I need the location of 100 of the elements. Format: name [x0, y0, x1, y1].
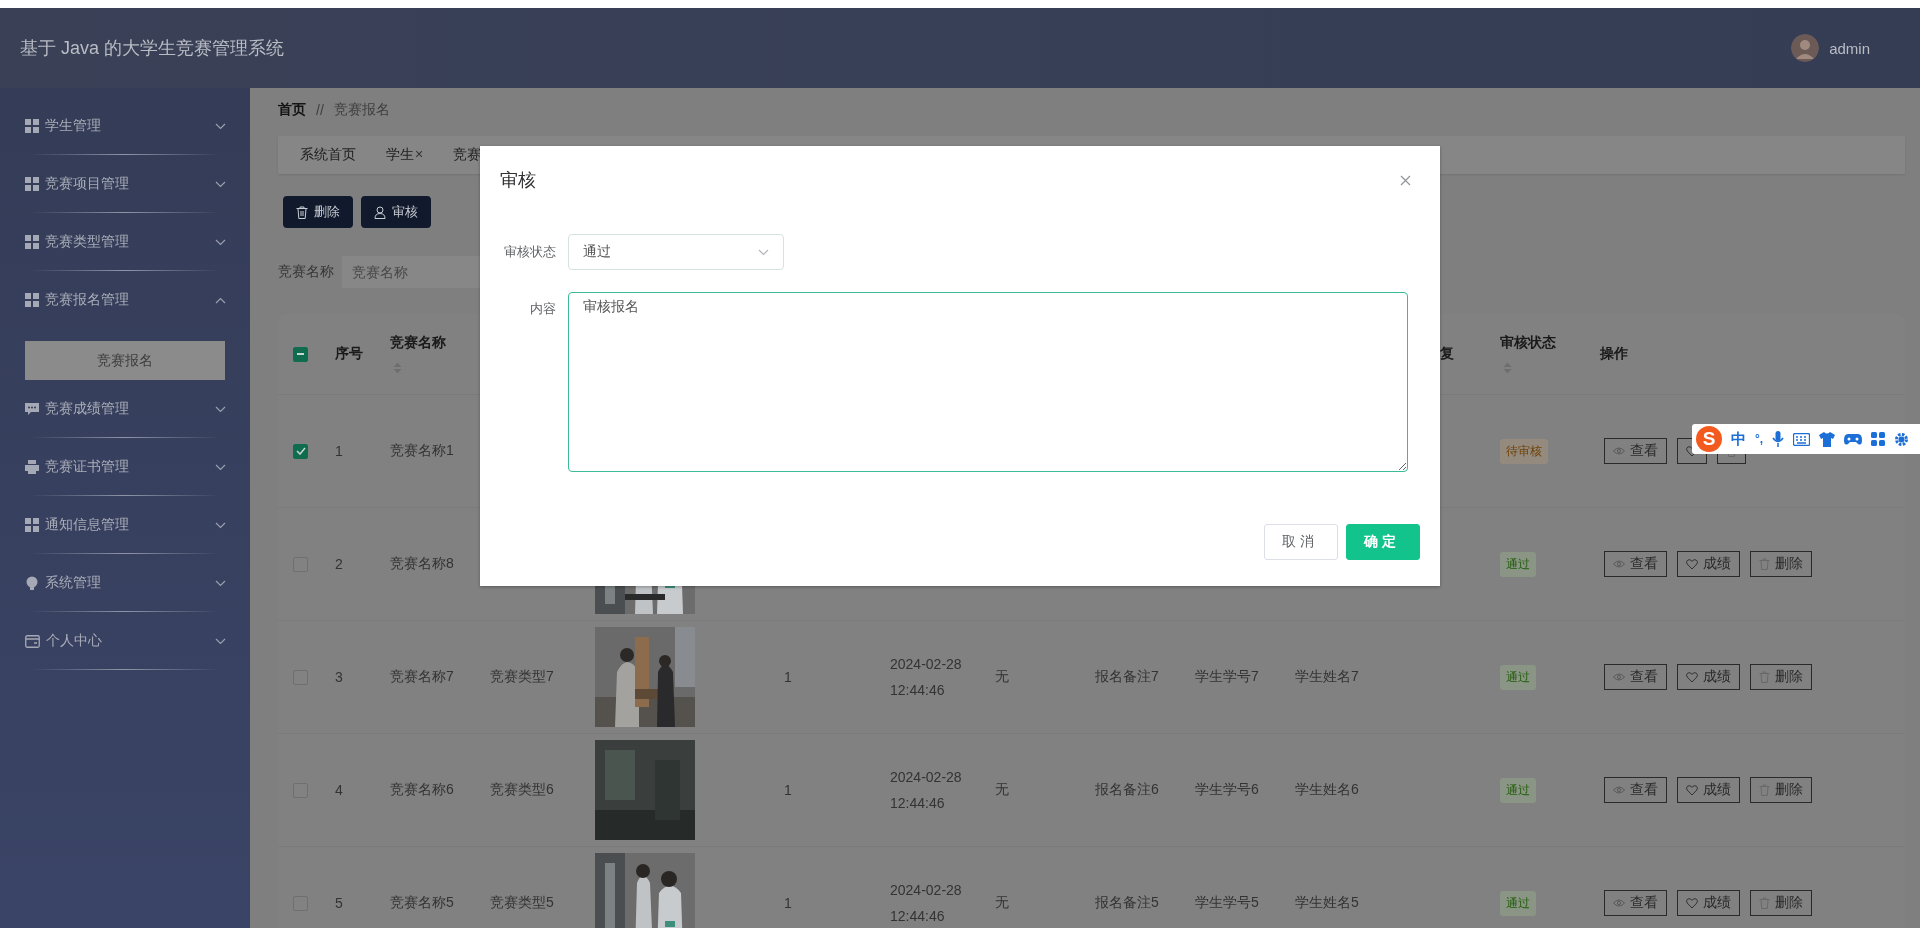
table-cell: 无	[995, 894, 1009, 912]
table-cell: 1	[784, 669, 792, 685]
column-header[interactable]: 审核状态	[1500, 334, 1556, 352]
view-button[interactable]: 查看	[1604, 551, 1667, 577]
sidebar-item[interactable]: 竞赛成绩管理	[0, 380, 250, 438]
grid-icon	[25, 235, 39, 249]
chevron-icon	[215, 296, 226, 304]
score-button[interactable]: 成绩	[1677, 664, 1740, 690]
sidebar-item[interactable]: 竞赛证书管理	[0, 438, 250, 496]
wallet-icon	[25, 634, 40, 648]
field-label: 内容	[529, 300, 557, 318]
ime-logo[interactable]: S	[1696, 426, 1722, 452]
table-cell: 2	[335, 556, 343, 572]
shirt-icon[interactable]	[1819, 431, 1836, 447]
apps-icon[interactable]	[1871, 432, 1886, 446]
user-icon	[374, 205, 386, 219]
table-cell: 学生学号6	[1195, 781, 1259, 799]
table-cell: 竞赛名称1	[390, 442, 454, 460]
column-header: 序号	[335, 345, 363, 363]
table-cell: 竞赛名称8	[390, 555, 454, 573]
grid-icon	[25, 177, 39, 191]
table-cell: 竞赛名称7	[390, 668, 454, 686]
user-name[interactable]: admin	[1829, 39, 1870, 57]
delete-button[interactable]: 删除	[1750, 551, 1812, 577]
status-tag: 通过	[1500, 551, 1536, 577]
table-cell: 学生学号5	[1195, 894, 1259, 912]
page-tab[interactable]: 竞赛	[453, 146, 482, 164]
cancel-button[interactable]: 取消	[1264, 524, 1338, 560]
content-field[interactable]: 审核报名	[568, 292, 1408, 472]
trash-icon	[1759, 784, 1770, 796]
delete-button[interactable]: 删除	[1750, 777, 1812, 803]
trash-icon	[1759, 897, 1770, 909]
trash-icon	[1759, 671, 1770, 683]
chevron-icon	[758, 248, 769, 256]
table-cell: 5	[335, 895, 343, 911]
table-cell: 3	[335, 669, 343, 685]
chevron-icon	[215, 238, 226, 246]
view-button[interactable]: 查看	[1604, 664, 1667, 690]
score-button[interactable]: 成绩	[1677, 890, 1740, 916]
chat-icon	[25, 402, 39, 416]
delete-button[interactable]: 删除	[1750, 664, 1812, 690]
sidebar-subitem[interactable]: 竞赛报名	[25, 341, 225, 380]
select-all-checkbox[interactable]	[293, 346, 308, 362]
delete-button[interactable]: 删除	[1750, 890, 1812, 916]
view-button[interactable]: 查看	[1604, 777, 1667, 803]
table-cell: 1	[335, 443, 343, 459]
table-cell: 4	[335, 782, 343, 798]
table-cell: 学生姓名5	[1295, 894, 1359, 912]
bulb-icon	[25, 576, 39, 590]
date-cell-text: 2024-02-28 12:44:46	[890, 655, 962, 700]
eye-icon	[1613, 560, 1625, 568]
view-button[interactable]: 查看	[1604, 890, 1667, 916]
row-checkbox[interactable]	[293, 443, 308, 459]
gamepad-icon[interactable]	[1844, 432, 1863, 446]
grid-icon	[25, 518, 39, 532]
ime-punctuation[interactable]: °,	[1755, 432, 1764, 446]
date-cell-text: 2024-02-28 12:44:46	[890, 768, 962, 813]
sidebar-item[interactable]: 系统管理	[0, 554, 250, 612]
audit-button[interactable]: 审核	[361, 196, 431, 228]
sidebar-item[interactable]: 竞赛项目管理	[0, 155, 250, 213]
grid-icon	[25, 119, 39, 133]
page-tab[interactable]: 系统首页	[300, 146, 356, 164]
sidebar-item[interactable]: 竞赛类型管理	[0, 213, 250, 271]
status-tag: 通过	[1500, 890, 1536, 916]
table-cell: 报名备注5	[1095, 894, 1159, 912]
date-cell-text: 2024-02-28 12:44:46	[890, 881, 962, 926]
keyboard-icon[interactable]	[1793, 432, 1811, 446]
table-cell: 学生学号7	[1195, 668, 1259, 686]
table-cell: 竞赛类型7	[490, 668, 554, 686]
table-cell: 竞赛类型6	[490, 781, 554, 799]
sidebar-item[interactable]: 学生管理	[0, 97, 250, 155]
table-cell: 学生姓名6	[1295, 781, 1359, 799]
chevron-icon	[215, 122, 226, 130]
app-title: 基于 Java 的大学生竞赛管理系统	[20, 37, 285, 60]
sidebar-item[interactable]: 通知信息管理	[0, 496, 250, 554]
status-tag: 待审核	[1500, 438, 1548, 464]
score-button[interactable]: 成绩	[1677, 551, 1740, 577]
table-cell: 学生姓名7	[1295, 668, 1359, 686]
table-cell: 无	[995, 668, 1009, 686]
view-button[interactable]: 查看	[1604, 438, 1667, 464]
microphone-icon[interactable]	[1772, 431, 1785, 447]
status-select[interactable]: 通过	[568, 234, 784, 270]
avatar-icon[interactable]	[1791, 34, 1820, 62]
trash-icon	[1759, 558, 1770, 570]
breadcrumb-separator: //	[316, 102, 324, 118]
score-button[interactable]: 成绩	[1677, 777, 1740, 803]
delete-button[interactable]: 删除	[283, 196, 353, 228]
column-header: 操作	[1600, 345, 1628, 363]
column-header[interactable]: 竞赛名称	[390, 334, 446, 352]
page-tab[interactable]: 学生×	[386, 146, 424, 164]
breadcrumb-item[interactable]: 首页	[278, 101, 306, 119]
ime-mode[interactable]: 中	[1731, 429, 1746, 449]
close-icon[interactable]	[1400, 174, 1411, 186]
sidebar-item[interactable]: 个人中心	[0, 612, 250, 670]
sidebar-item[interactable]: 竞赛报名管理	[0, 271, 250, 329]
settings-icon[interactable]	[1894, 431, 1910, 447]
chevron-icon	[215, 637, 226, 645]
eye-icon	[1613, 673, 1625, 681]
table-cell: 1	[784, 782, 792, 798]
table-cell: 报名备注7	[1095, 668, 1159, 686]
